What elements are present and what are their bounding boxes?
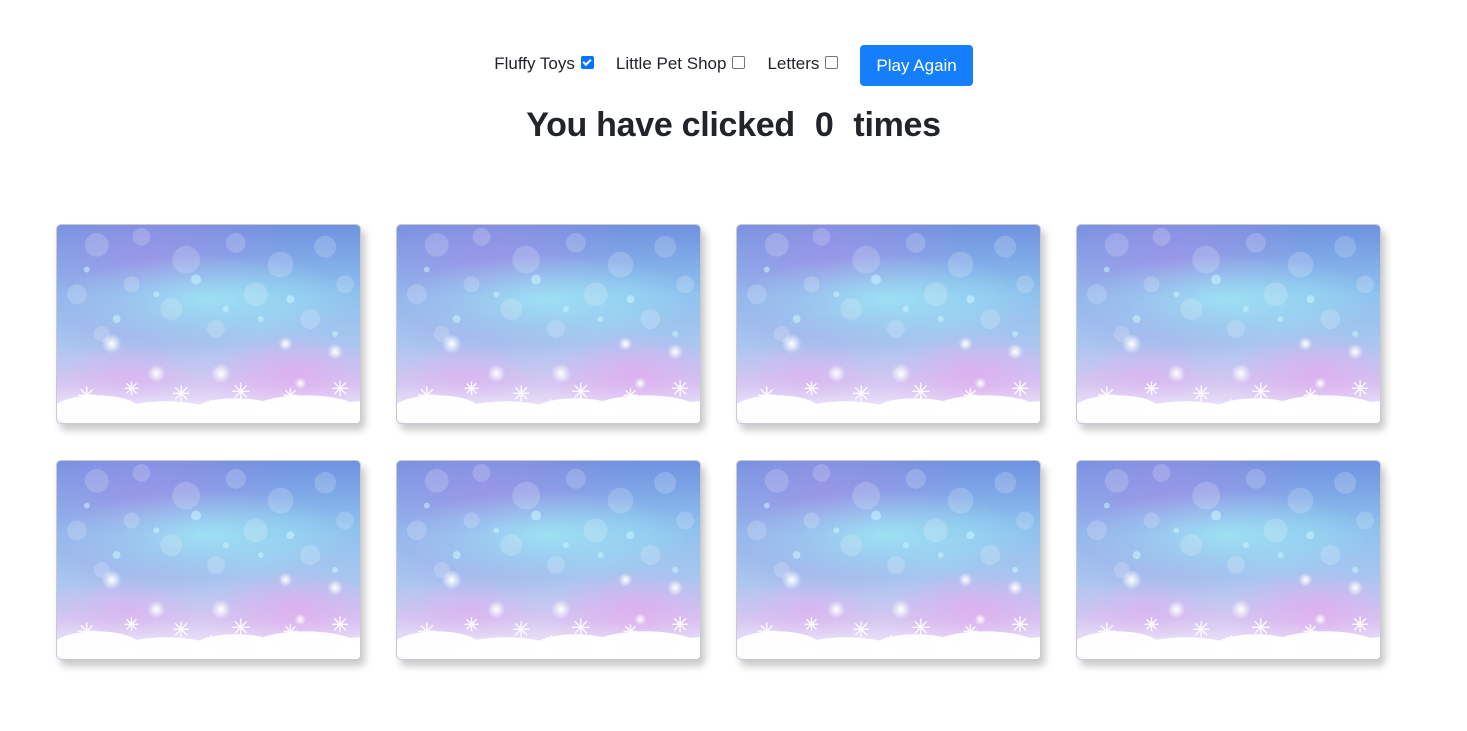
card-image — [737, 461, 1040, 659]
card-image — [57, 461, 360, 659]
card-image — [1077, 225, 1380, 423]
memory-card[interactable] — [736, 224, 1041, 424]
memory-card[interactable] — [1076, 460, 1381, 660]
card-image — [1077, 461, 1380, 659]
option-fluffy-toys-checkbox[interactable] — [580, 56, 594, 69]
counter-value: 0 — [814, 106, 834, 144]
option-letters[interactable]: Letters — [767, 53, 839, 74]
game-controls: Fluffy Toys Little Pet Shop Letters Play… — [0, 43, 1467, 86]
card-image — [397, 225, 700, 423]
option-letters-checkbox[interactable] — [825, 56, 839, 69]
click-counter: You have clicked 0 times — [0, 106, 1467, 145]
card-image — [57, 225, 360, 423]
option-letters-label: Letters — [767, 53, 820, 73]
counter-suffix: times — [853, 106, 941, 144]
play-again-button[interactable]: Play Again — [860, 45, 973, 86]
counter-prefix: You have clicked — [526, 106, 795, 144]
memory-card[interactable] — [56, 460, 361, 660]
option-little-pet-shop-label: Little Pet Shop — [615, 53, 727, 73]
memory-card[interactable] — [1076, 224, 1381, 424]
memory-card[interactable] — [396, 460, 701, 660]
memory-card[interactable] — [396, 224, 701, 424]
memory-card[interactable] — [736, 460, 1041, 660]
card-image — [737, 225, 1040, 423]
option-fluffy-toys-label: Fluffy Toys — [494, 53, 575, 73]
card-image — [397, 461, 700, 659]
memory-card[interactable] — [56, 224, 361, 424]
option-little-pet-shop-checkbox[interactable] — [732, 56, 746, 69]
card-grid — [56, 224, 1381, 660]
option-fluffy-toys[interactable]: Fluffy Toys — [494, 54, 594, 74]
option-little-pet-shop[interactable]: Little Pet Shop — [616, 54, 746, 74]
